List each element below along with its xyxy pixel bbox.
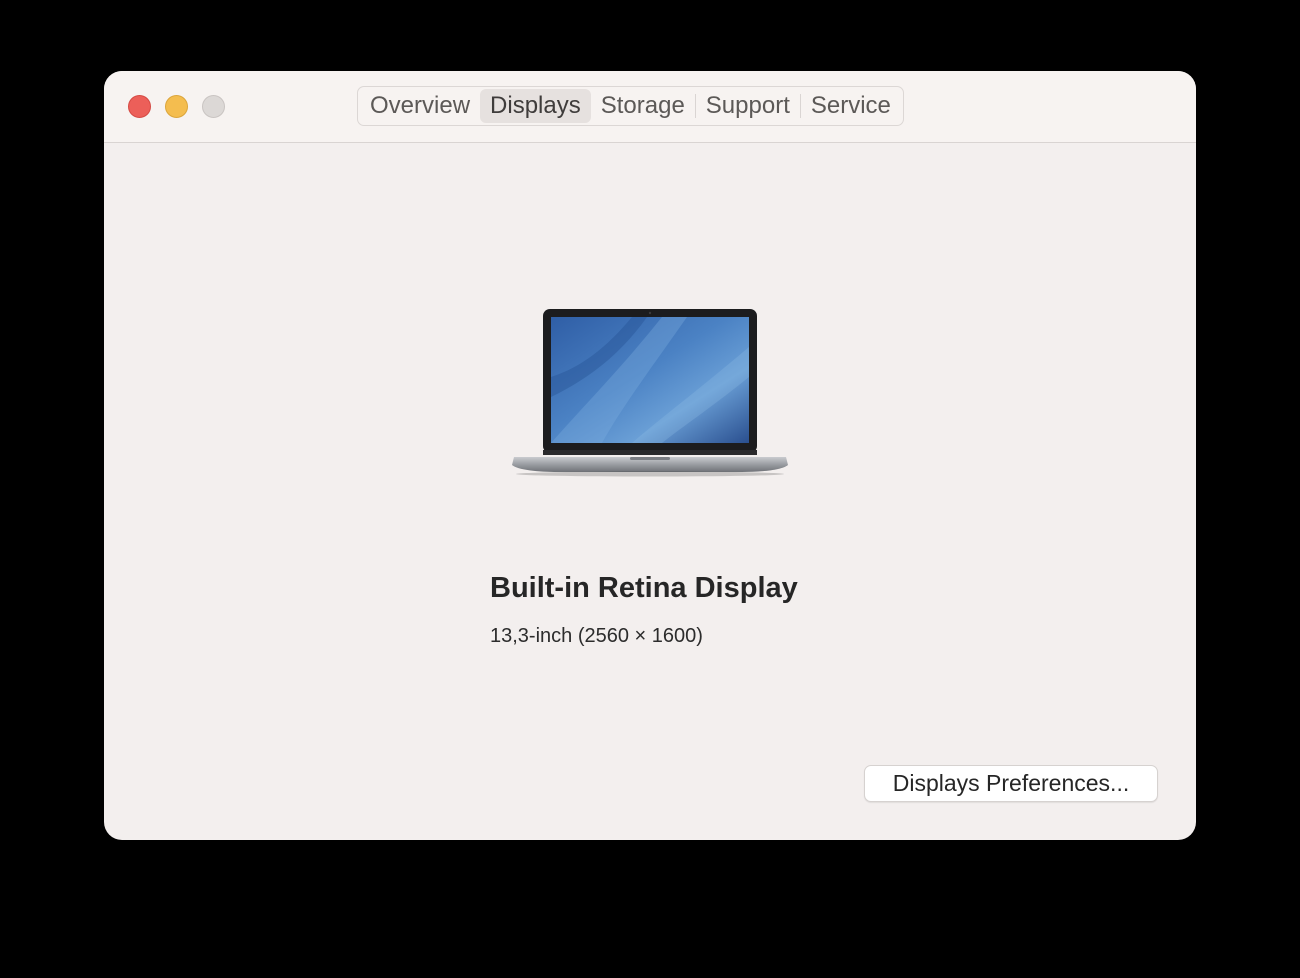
macbook-pro-laptop-icon	[512, 309, 788, 477]
about-this-mac-window: Overview Displays Storage Support Servic…	[104, 71, 1196, 840]
tab-storage[interactable]: Storage	[591, 89, 695, 123]
display-specs: 13,3-inch (2560 × 1600)	[490, 625, 703, 647]
tab-overview[interactable]: Overview	[360, 89, 480, 123]
zoom-window-button[interactable]	[202, 95, 225, 118]
title-bar: Overview Displays Storage Support Servic…	[104, 71, 1196, 143]
displays-preferences-button[interactable]: Displays Preferences...	[864, 765, 1158, 802]
tab-support[interactable]: Support	[696, 89, 800, 123]
minimize-window-button[interactable]	[165, 95, 188, 118]
tab-displays[interactable]: Displays	[480, 89, 591, 123]
tab-service[interactable]: Service	[801, 89, 901, 123]
tab-bar: Overview Displays Storage Support Servic…	[357, 86, 904, 126]
display-name: Built-in Retina Display	[490, 572, 798, 604]
close-window-button[interactable]	[128, 95, 151, 118]
